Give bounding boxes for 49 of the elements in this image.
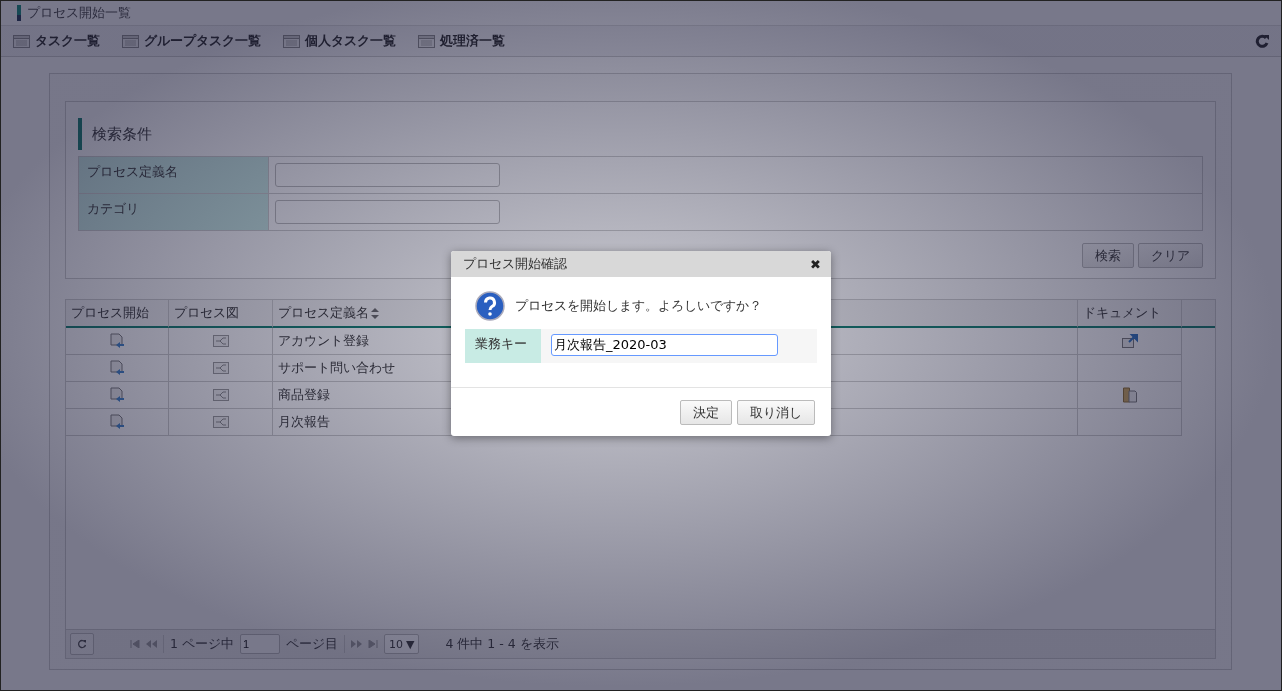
first-page-icon[interactable] bbox=[130, 640, 140, 648]
list-icon bbox=[122, 34, 139, 48]
toolbar-link[interactable]: タスク一覧 bbox=[13, 32, 100, 50]
dialog-message: プロセスを開始します。よろしいですか？ bbox=[515, 297, 762, 315]
input-field[interactable] bbox=[275, 200, 500, 224]
document-start-icon[interactable] bbox=[109, 413, 125, 431]
record-summary: 4 件中 1 - 4 を表示 bbox=[445, 635, 559, 653]
dialog-title: プロセス開始確認 bbox=[463, 255, 567, 273]
column-header[interactable]: ドキュメント bbox=[1078, 300, 1182, 328]
document-start-icon[interactable] bbox=[109, 332, 125, 350]
external-link-icon[interactable] bbox=[1121, 334, 1138, 348]
next-page-icon[interactable] bbox=[350, 640, 362, 648]
field-label: 業務キー bbox=[465, 329, 541, 363]
toolbar-link[interactable]: 処理済一覧 bbox=[418, 32, 505, 50]
confirm-button[interactable]: 決定 bbox=[680, 400, 732, 425]
folder-files-icon[interactable] bbox=[1122, 387, 1137, 403]
title-mark-icon bbox=[17, 5, 21, 21]
list-icon bbox=[283, 34, 300, 48]
business-key-input[interactable]: 月次報告_2020-03 bbox=[551, 334, 778, 356]
question-icon bbox=[475, 291, 505, 321]
diagram-icon[interactable] bbox=[212, 389, 229, 401]
column-header[interactable]: プロセス開始 bbox=[66, 300, 169, 328]
input-field[interactable] bbox=[275, 163, 500, 187]
page-suffix-text: ページ目 bbox=[285, 635, 338, 653]
document-start-icon[interactable] bbox=[109, 386, 125, 404]
page-input[interactable]: 1 bbox=[239, 634, 280, 654]
field-label: カテゴリ bbox=[79, 194, 269, 230]
diagram-icon[interactable] bbox=[212, 335, 229, 347]
clear-button[interactable]: クリア bbox=[1138, 243, 1203, 268]
toolbar-link[interactable]: グループタスク一覧 bbox=[122, 32, 261, 50]
section-title: 検索条件 bbox=[78, 118, 1203, 150]
search-button[interactable]: 検索 bbox=[1082, 243, 1134, 268]
column-header[interactable]: プロセス図 bbox=[169, 300, 273, 328]
toolbar-link[interactable]: 個人タスク一覧 bbox=[283, 32, 396, 50]
list-icon bbox=[418, 34, 435, 48]
refresh-button[interactable] bbox=[70, 633, 94, 655]
page-size-select[interactable]: 10 ▼ bbox=[383, 634, 420, 654]
last-page-icon[interactable] bbox=[367, 640, 378, 648]
cancel-button[interactable]: 取り消し bbox=[737, 400, 815, 425]
field-label: プロセス定義名 bbox=[79, 157, 269, 193]
document-start-icon[interactable] bbox=[109, 359, 125, 377]
refresh-icon bbox=[77, 639, 87, 649]
list-icon bbox=[13, 34, 30, 48]
diagram-icon[interactable] bbox=[212, 416, 229, 428]
diagram-icon[interactable] bbox=[212, 362, 229, 374]
close-button[interactable]: ✖ bbox=[810, 256, 821, 272]
refresh-icon[interactable] bbox=[1255, 34, 1269, 48]
previous-page-icon[interactable] bbox=[146, 640, 157, 648]
sort-icon[interactable] bbox=[371, 307, 379, 319]
